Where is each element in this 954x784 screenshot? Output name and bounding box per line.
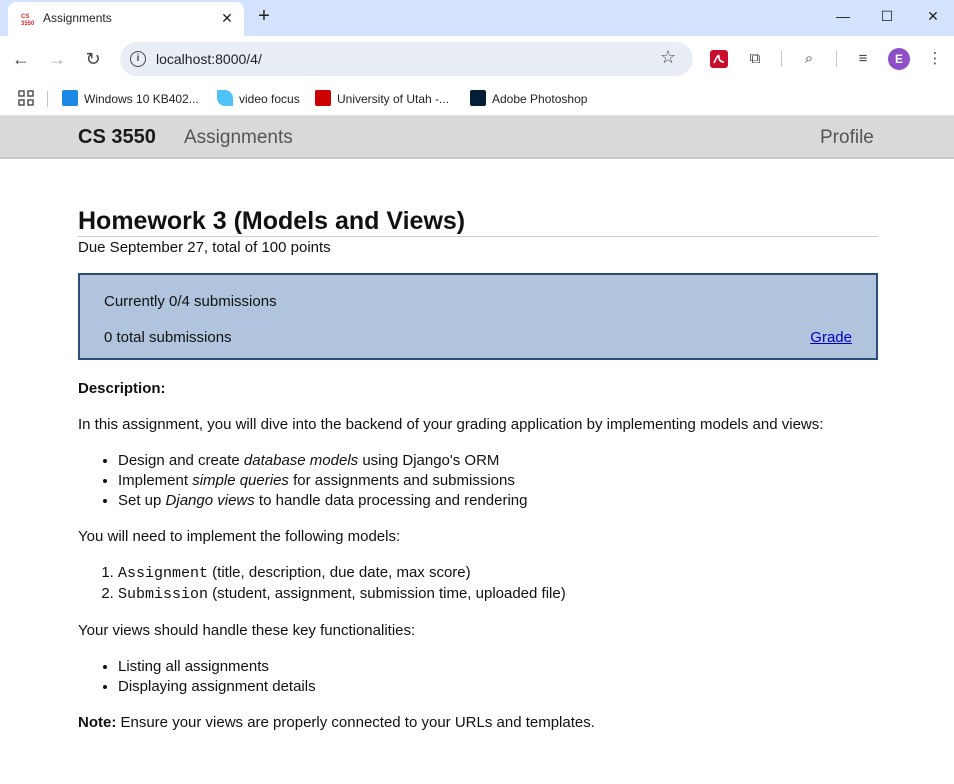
note-paragraph: Note: Ensure your views are properly con… <box>78 713 878 733</box>
list-item: Assignment (title, description, due date… <box>118 563 878 584</box>
url-text[interactable]: localhost:8000/4/ <box>156 51 262 67</box>
maximize-icon[interactable]: ☐ <box>872 4 902 28</box>
tab-title: Assignments <box>43 11 112 25</box>
address-bar[interactable]: i localhost:8000/4/ ☆ <box>120 42 693 76</box>
assignment-due-line: Due September 27, total of 100 points <box>78 239 331 256</box>
list-item: Displaying assignment details <box>118 677 878 697</box>
svg-text:3550: 3550 <box>21 21 35 27</box>
list-item: Listing all assignments <box>118 657 878 677</box>
bookmark-university-of-utah[interactable]: University of Utah -... <box>315 89 449 109</box>
site-info-icon[interactable]: i <box>130 51 146 67</box>
description-label: Description: <box>78 380 166 397</box>
forward-arrow-icon[interactable]: → <box>45 47 69 71</box>
list-item: Design and create database models using … <box>118 451 878 471</box>
views-list: Listing all assignments Displaying assig… <box>118 657 878 697</box>
toolbar-divider <box>781 51 782 67</box>
back-arrow-icon[interactable]: ← <box>9 47 33 71</box>
total-submissions-text: 0 total submissions <box>104 329 232 346</box>
description-intro: In this assignment, you will dive into t… <box>78 416 824 433</box>
bookmark-windows-kb[interactable]: Windows 10 KB402... <box>62 89 199 109</box>
tab-search-icon[interactable]: ⌕ <box>798 48 820 70</box>
list-item: Implement simple queries for assignments… <box>118 471 878 491</box>
models-list: Assignment (title, description, due date… <box>118 563 878 605</box>
adobe-acrobat-icon[interactable] <box>708 48 730 70</box>
cs3550-favicon-icon: CS 3550 <box>20 11 36 27</box>
reload-icon[interactable]: ↻ <box>81 47 105 71</box>
assignment-title: Homework 3 (Models and Views) <box>78 206 878 237</box>
grade-link[interactable]: Grade <box>810 329 852 346</box>
note-label: Note: <box>78 714 117 731</box>
list-item: Set up Django views to handle data proce… <box>118 491 878 511</box>
minimize-icon[interactable]: — <box>828 4 858 28</box>
apps-grid-icon[interactable] <box>18 90 34 106</box>
brand-link[interactable]: CS 3550 <box>78 126 156 149</box>
video-focus-bookmark-icon <box>217 90 233 106</box>
assignment-description: Description: In this assignment, you wil… <box>78 379 878 749</box>
models-intro: You will need to implement the following… <box>78 528 401 545</box>
bookmark-adobe-photoshop[interactable]: Adobe Photoshop <box>470 89 587 109</box>
browser-toolbar: ← → ↻ i localhost:8000/4/ ☆ ⧉ ⌕ ≡ E ⋮ <box>0 36 954 82</box>
new-tab-button[interactable]: + <box>252 4 276 28</box>
utah-u-bookmark-icon <box>315 90 331 106</box>
views-intro: Your views should handle these key funct… <box>78 622 416 639</box>
extensions-puzzle-icon[interactable]: ⧉ <box>744 48 766 70</box>
tab-assignments[interactable]: CS 3550 Assignments ✕ <box>8 2 244 36</box>
menu-kebab-icon[interactable]: ⋮ <box>924 48 946 70</box>
bookmarks-bar: Windows 10 KB402... video focus Universi… <box>0 82 954 116</box>
objectives-list: Design and create database models using … <box>118 451 878 511</box>
site-navbar: CS 3550 Assignments Profile <box>0 116 954 159</box>
tab-close-icon[interactable]: ✕ <box>218 9 236 27</box>
tab-strip: CS 3550 Assignments ✕ + — ☐ ✕ <box>0 0 954 36</box>
bookmark-video-focus[interactable]: video focus <box>217 89 300 109</box>
svg-text:CS: CS <box>21 14 29 20</box>
current-submissions-text: Currently 0/4 submissions <box>104 293 277 310</box>
toolbar-divider <box>836 51 837 67</box>
photoshop-bookmark-icon <box>470 90 486 106</box>
note-text: Ensure your views are properly connected… <box>116 714 595 731</box>
media-queue-icon[interactable]: ≡ <box>852 48 874 70</box>
list-item: Submission (student, assignment, submiss… <box>118 584 878 605</box>
profile-avatar[interactable]: E <box>888 48 910 70</box>
bookmark-star-icon[interactable]: ☆ <box>660 47 676 68</box>
bookmarks-divider <box>47 91 48 107</box>
windows-bookmark-icon <box>62 90 78 106</box>
window-close-icon[interactable]: ✕ <box>918 4 948 28</box>
nav-profile-link[interactable]: Profile <box>820 127 874 149</box>
submission-status-box: Currently 0/4 submissions 0 total submis… <box>78 273 878 360</box>
nav-assignments-link[interactable]: Assignments <box>184 127 293 149</box>
assignment-content: Homework 3 (Models and Views) Due Septem… <box>78 206 878 731</box>
